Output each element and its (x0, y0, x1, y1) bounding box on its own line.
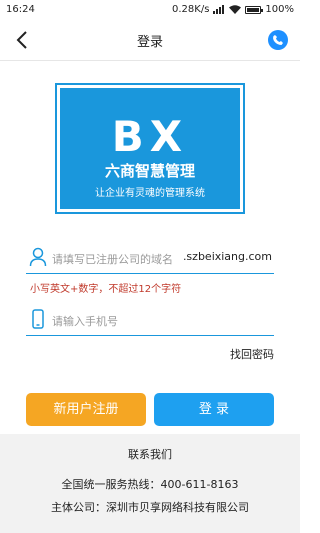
forgot-password-link[interactable]: 找回密码 (230, 346, 274, 362)
network-speed: 0.28K/s (172, 4, 210, 15)
mobile-phone-icon (32, 309, 44, 329)
domain-field[interactable]: 请填写已注册公司的域名 .szbeixiang.com (26, 240, 274, 274)
company-name: 主体公司：深圳市贝享网络科技有限公司 (51, 501, 249, 514)
status-right-group: 0.28K/s 100% (172, 4, 294, 15)
signal-icon (213, 5, 225, 14)
service-hotline: 全国统一服务热线：400-611-8163 (61, 478, 239, 491)
call-button[interactable] (268, 30, 288, 50)
login-button[interactable]: 登 录 (154, 393, 274, 426)
wifi-icon (229, 5, 242, 14)
phone-call-icon (273, 35, 283, 45)
domain-hint: 小写英文+数字，不超过12个字符 (30, 284, 182, 295)
logo-brand-name: 六商智慧管理 (104, 162, 195, 180)
register-button[interactable]: 新用户注册 (26, 393, 146, 426)
status-time: 16:24 (6, 4, 35, 15)
battery-icon (245, 5, 264, 14)
brand-logo: BX 六商智慧管理 让企业有灵魂的管理系统 (55, 83, 245, 214)
contact-title: 联系我们 (128, 448, 172, 461)
phone-field[interactable]: 请输入手机号 (26, 302, 274, 336)
battery-percent: 100% (265, 4, 294, 15)
logo-slogan: 让企业有灵魂的管理系统 (95, 188, 205, 199)
domain-suffix: .szbeixiang.com (182, 250, 272, 263)
status-bar: 16:24 0.28K/s 100% (0, 0, 300, 20)
footer: 联系我们 全国统一服务热线：400-611-8163 主体公司：深圳市贝享网络科… (0, 434, 300, 533)
user-icon (29, 247, 47, 267)
phone-input[interactable]: 请输入手机号 (52, 313, 118, 329)
logo-mark: BX (111, 112, 189, 161)
nav-bar: 登录 (0, 20, 300, 61)
page-title: 登录 (136, 35, 163, 50)
domain-input[interactable]: 请填写已注册公司的域名 (52, 251, 173, 267)
